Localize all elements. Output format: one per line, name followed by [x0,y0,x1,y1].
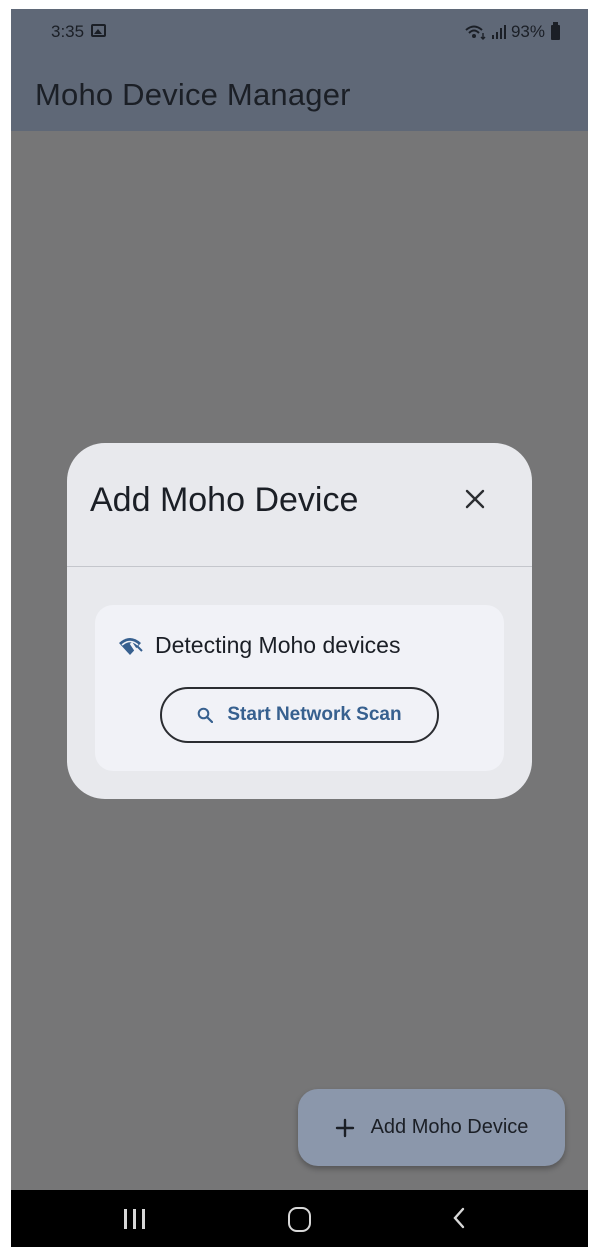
battery-percent: 93% [510,22,545,41]
add-device-dialog: Add Moho Device Detecting Moho devices S… [67,443,532,799]
scan-button-label: Start Network Scan [227,704,402,725]
back-icon[interactable] [452,1206,466,1230]
close-icon [465,489,485,509]
status-time: 3:35 [51,22,85,41]
fab-label: Add Moho Device [370,1116,529,1138]
add-device-fab[interactable]: Add Moho Device [298,1089,565,1166]
system-nav-bar [11,1190,588,1247]
status-bar: 3:35 93% [11,9,588,55]
photo-icon [91,24,106,37]
signal-icon [491,25,506,39]
recents-icon[interactable] [124,1209,145,1229]
app-screen: 3:35 93% Moho Device Manager Add Moho De… [11,9,588,1247]
battery-icon [551,21,560,40]
close-button[interactable] [455,479,495,519]
app-bar: Moho Device Manager [11,55,588,131]
detecting-text: Detecting Moho devices [155,632,401,658]
home-icon[interactable] [288,1207,311,1232]
scan-card: Detecting Moho devices Start Network Sca… [95,605,504,771]
start-network-scan-button[interactable]: Start Network Scan [160,687,439,743]
wifi-search-icon [119,637,143,655]
status-indicators: 93% [465,21,560,42]
search-icon [198,707,214,723]
dialog-divider [67,566,532,567]
detect-row: Detecting Moho devices [118,632,400,659]
wifi-icon [465,25,486,40]
dialog-title: Add Moho Device [90,481,359,519]
app-title: Moho Device Manager [35,77,351,112]
plus-icon [335,1118,354,1137]
